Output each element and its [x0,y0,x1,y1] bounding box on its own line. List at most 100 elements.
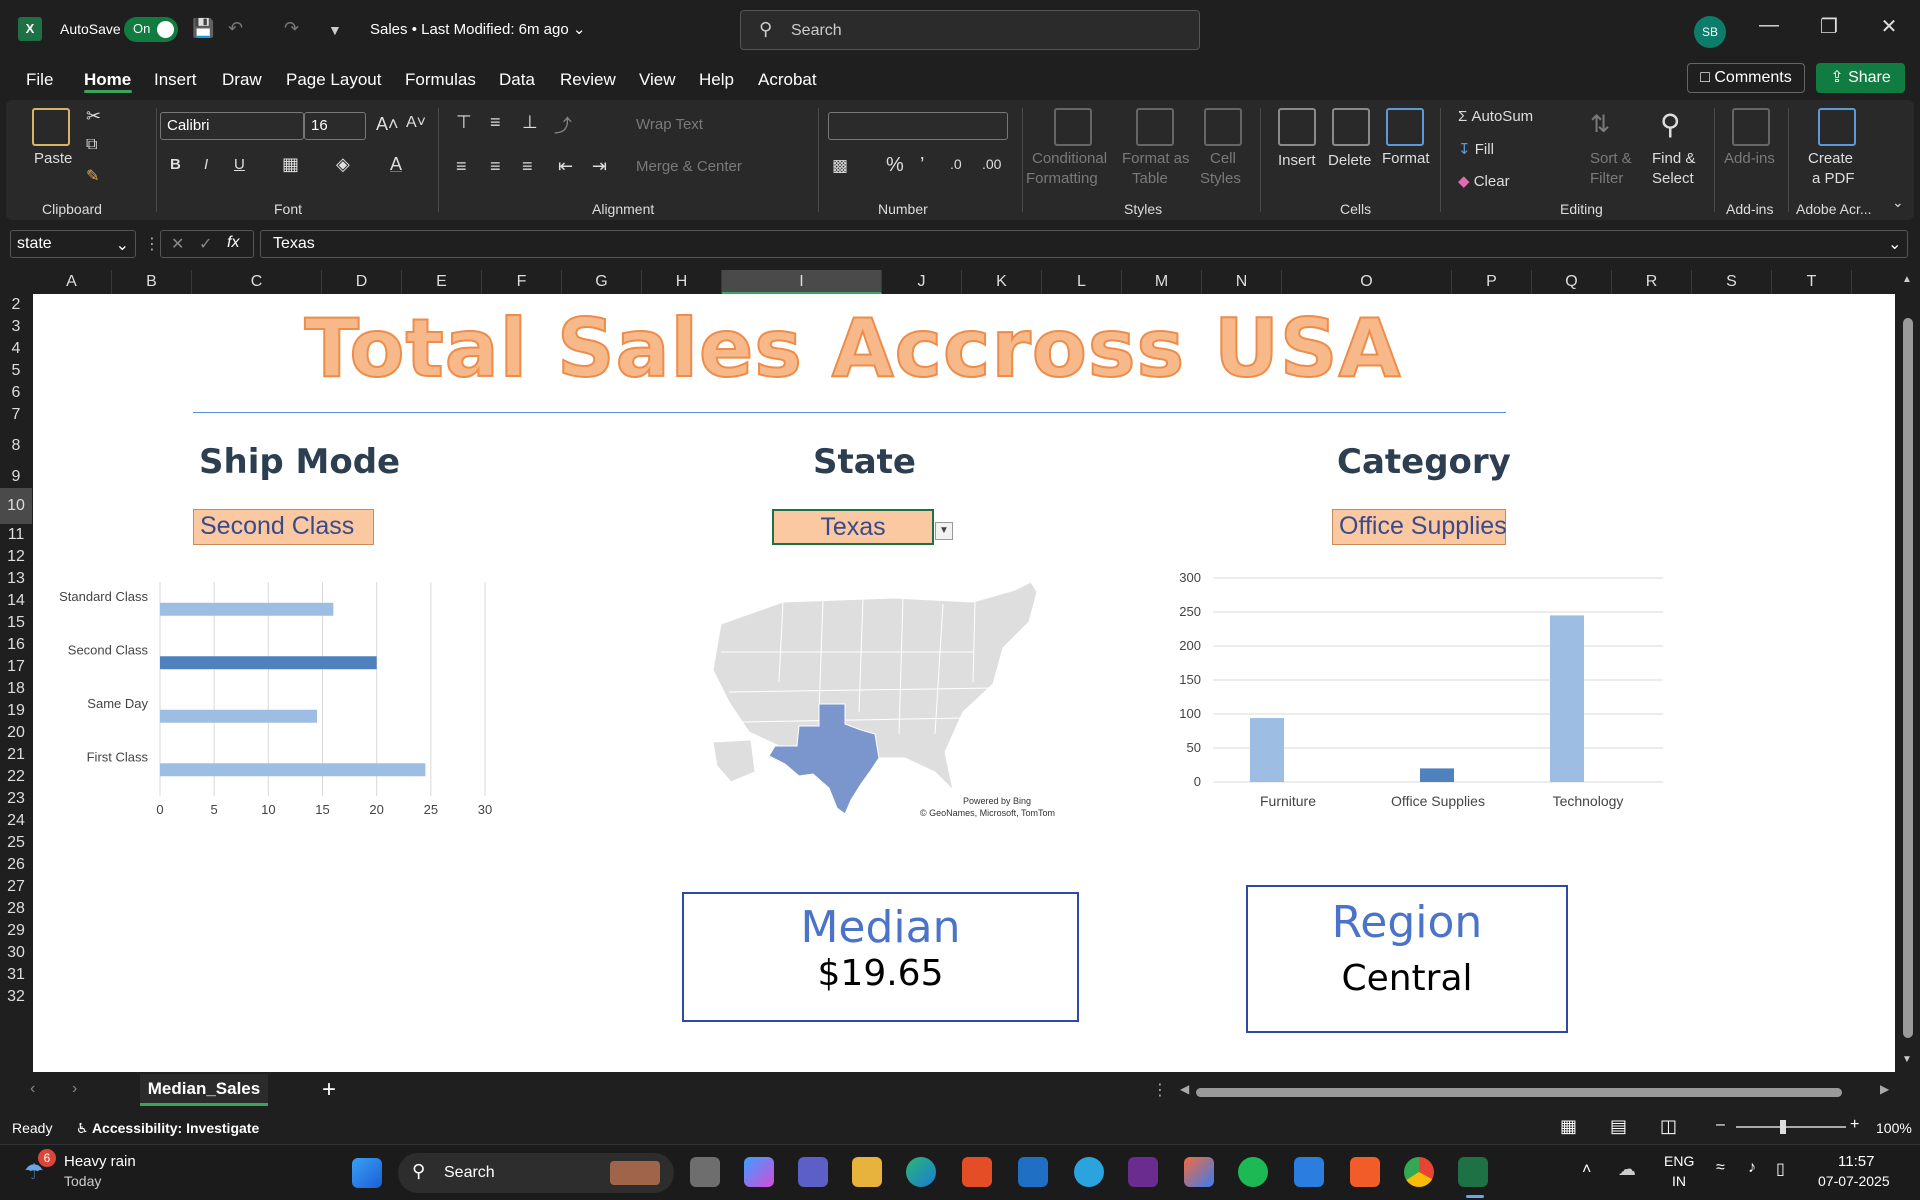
vertical-scroll-thumb[interactable] [1903,318,1913,1038]
delete-cells-button[interactable]: Delete [1328,152,1371,169]
row-header[interactable]: 5 [0,360,32,382]
tab-help[interactable]: Help [699,70,734,90]
align-top-icon[interactable]: ⊤ [456,112,472,133]
row-header[interactable]: 24 [0,810,32,832]
cell-styles-icon[interactable] [1204,108,1242,146]
row-header[interactable]: 11 [0,524,32,546]
weather-text[interactable]: Heavy rain [64,1153,136,1170]
name-box[interactable]: state ⌄ [10,230,136,258]
column-header[interactable]: Q [1532,270,1612,294]
enter-icon[interactable]: ✓ [199,234,212,254]
dropdown-arrow-icon[interactable]: ▼ [935,522,953,540]
language-indicator[interactable]: ENG [1664,1153,1694,1169]
taskbar-search[interactable]: ⚲ Search [398,1153,674,1193]
paste-button[interactable]: Paste [34,150,72,167]
create-pdf-button[interactable]: Create [1808,150,1853,167]
cell-styles-button[interactable]: Cell [1210,150,1236,167]
find-select-icon[interactable]: ⚲ [1660,108,1681,141]
page-break-view-icon[interactable]: ◫ [1660,1116,1677,1137]
insert-cells-icon[interactable] [1278,108,1316,146]
minimize-icon[interactable]: — [1754,14,1784,37]
sort-filter-icon[interactable]: ⇅ [1590,110,1610,139]
cancel-icon[interactable]: ✕ [171,234,184,254]
cut-icon[interactable]: ✂ [86,106,101,127]
state-value-cell[interactable]: Texas [772,509,934,545]
row-header[interactable]: 28 [0,898,32,920]
chrome-icon[interactable] [1404,1157,1434,1187]
store-icon[interactable] [962,1157,992,1187]
zoom-level[interactable]: 100% [1876,1120,1912,1136]
row-header[interactable]: 19 [0,700,32,722]
document-title[interactable]: Sales • Last Modified: 6m ago ⌄ [370,20,585,38]
vscode-icon[interactable] [1294,1157,1324,1187]
category-value[interactable]: Office Supplies [1332,509,1507,545]
bold-button[interactable]: B [170,156,181,173]
underline-button[interactable]: U [234,156,245,173]
font-name-select[interactable]: Calibri [160,112,304,140]
copy-icon[interactable]: ⧉ [86,136,97,154]
row-header[interactable]: 8 [0,426,32,466]
show-hidden-icons-icon[interactable]: ˄ [1582,1161,1591,1179]
tab-draw[interactable]: Draw [222,70,262,90]
comma-style-icon[interactable]: ’ [920,154,924,177]
ship-mode-value[interactable]: Second Class [193,509,374,545]
formula-input[interactable]: Texas [260,230,1908,258]
vertical-scrollbar[interactable]: ▲ ▼ [1896,270,1920,1072]
column-header[interactable]: P [1452,270,1532,294]
merge-center-button[interactable]: Merge & Center [636,158,742,175]
avatar[interactable]: SB [1694,16,1726,48]
expand-formula-bar-icon[interactable]: ⌄ [1888,234,1901,254]
row-header[interactable]: 20 [0,722,32,744]
save-icon[interactable]: 💾 [192,18,214,39]
fill-color-icon[interactable]: ◈ [336,154,350,175]
sort-filter-button[interactable]: Sort & [1590,150,1632,167]
redo-icon[interactable]: ↷ [284,18,299,39]
column-header[interactable]: D [322,270,402,294]
increase-decimal-icon[interactable]: .0 [950,156,962,172]
brave-browser-alt-icon[interactable] [1184,1157,1214,1187]
column-header[interactable]: C [192,270,322,294]
column-header[interactable]: J [882,270,962,294]
column-header[interactable]: L [1042,270,1122,294]
row-header[interactable]: 3 [0,316,32,338]
next-sheet-icon[interactable]: › [72,1080,77,1098]
page-layout-view-icon[interactable]: ▤ [1610,1116,1627,1137]
row-header[interactable]: 32 [0,986,32,1008]
battery-icon[interactable]: ▯ [1776,1159,1785,1179]
row-header[interactable]: 10 [0,488,32,524]
start-icon[interactable] [352,1158,382,1188]
row-header[interactable]: 13 [0,568,32,590]
zoom-out-icon[interactable]: – [1716,1116,1725,1134]
scroll-right-icon[interactable]: ▶ [1880,1082,1889,1096]
column-header[interactable]: S [1692,270,1772,294]
file-explorer-icon[interactable] [852,1157,882,1187]
format-cells-icon[interactable] [1386,108,1424,146]
row-header[interactable]: 16 [0,634,32,656]
increase-font-icon[interactable]: A˄ [376,114,399,135]
align-right-icon[interactable]: ≡ [522,156,533,177]
more-icon[interactable]: ⋮ [1152,1080,1168,1100]
excel-taskbar-icon[interactable] [1458,1157,1488,1187]
column-header[interactable]: I [722,270,882,294]
share-button[interactable]: ⇪ Share [1816,63,1905,93]
scroll-up-icon[interactable]: ▲ [1902,274,1912,285]
row-header[interactable]: 15 [0,612,32,634]
spotify-icon[interactable] [1238,1157,1268,1187]
row-header[interactable]: 12 [0,546,32,568]
row-header[interactable]: 6 [0,382,32,404]
conditional-formatting-button[interactable]: Conditional [1032,150,1107,167]
hackerrank-icon[interactable] [1128,1157,1158,1187]
column-header[interactable]: T [1772,270,1852,294]
column-header[interactable]: F [482,270,562,294]
comments-button[interactable]: □ Comments [1687,63,1805,93]
customize-qat-icon[interactable]: ▼ [328,22,342,38]
format-painter-icon[interactable]: ✎ [86,166,99,186]
search-input[interactable]: ⚲ Search [740,10,1200,50]
collapse-ribbon-icon[interactable]: ⌄ [1892,194,1904,211]
task-view-icon[interactable] [690,1157,720,1187]
create-pdf-icon[interactable] [1818,108,1856,146]
orientation-icon[interactable]: ⤴ [554,112,572,138]
row-header[interactable]: 25 [0,832,32,854]
accounting-format-icon[interactable]: ▩ [832,156,848,176]
align-middle-icon[interactable]: ≡ [490,112,501,133]
